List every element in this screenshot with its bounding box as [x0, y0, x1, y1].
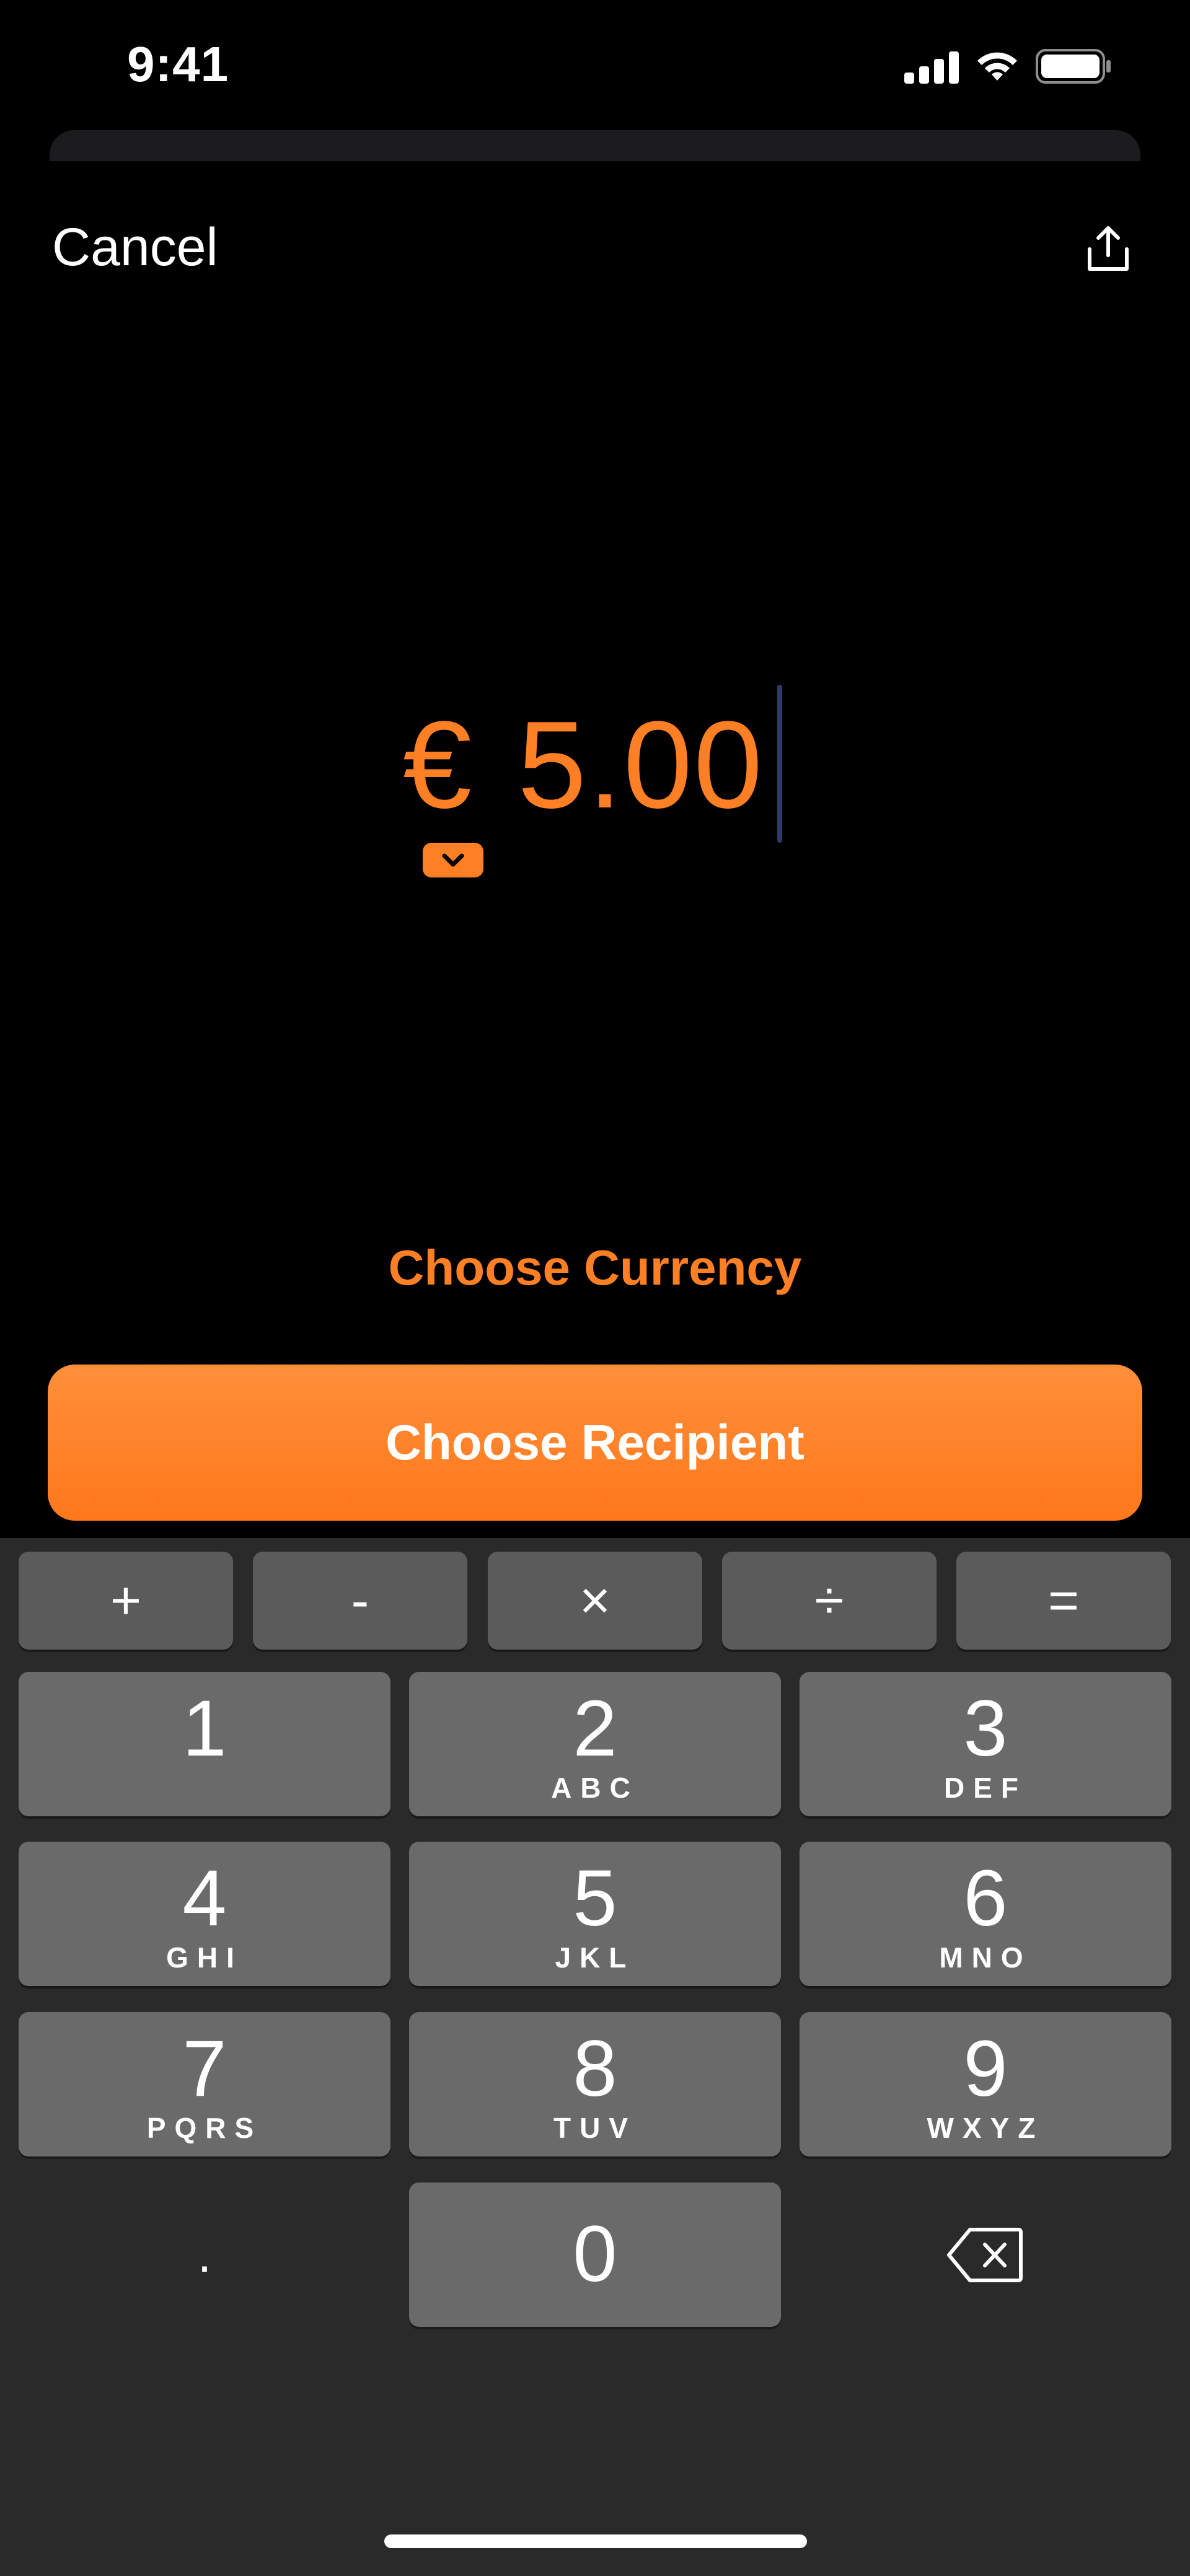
key-5[interactable]: 5 JKL [409, 1842, 781, 1986]
choose-currency-button[interactable]: Choose Currency [0, 1239, 1190, 1296]
key-digit: 2 [573, 1684, 617, 1773]
status-time: 9:41 [127, 37, 229, 92]
key-digit: 9 [963, 2024, 1008, 2113]
key-6[interactable]: 6 MNO [800, 1842, 1171, 1986]
key-digit: 6 [963, 1854, 1008, 1943]
wifi-icon [975, 50, 1020, 83]
text-cursor [777, 685, 782, 843]
decimal-key[interactable]: . [19, 2183, 390, 2327]
amount-display[interactable]: € 5.00 [0, 685, 1190, 846]
key-digit: 8 [573, 2024, 617, 2113]
battery-icon [1036, 49, 1113, 84]
key-letters: DEF [944, 1772, 1027, 1804]
share-icon[interactable] [1083, 224, 1133, 274]
keypad: + - × ÷ = 1 2 ABC 3 DEF 4 GHI 5 JKL 6 MN… [0, 1538, 1190, 2576]
home-indicator[interactable] [384, 2534, 807, 2548]
key-letters: GHI [166, 1941, 243, 1974]
multiply-key[interactable]: × [488, 1552, 702, 1650]
minus-key[interactable]: - [253, 1552, 467, 1650]
key-letters: MNO [939, 1941, 1032, 1974]
chevron-down-icon [442, 853, 464, 867]
status-icons [904, 45, 1113, 88]
key-letters: TUV [553, 2112, 637, 2144]
key-letters: ABC [551, 1772, 639, 1804]
equals-key[interactable]: = [956, 1552, 1171, 1650]
key-digit: 4 [182, 1854, 227, 1943]
key-3[interactable]: 3 DEF [800, 1672, 1171, 1816]
amount-value: 5.00 [518, 696, 764, 834]
key-digit: 3 [963, 1684, 1008, 1773]
key-4[interactable]: 4 GHI [19, 1842, 390, 1986]
currency-symbol: € [403, 696, 472, 834]
sheet-top-edge [50, 130, 1140, 161]
divide-key[interactable]: ÷ [722, 1552, 937, 1650]
choose-recipient-button[interactable]: Choose Recipient [48, 1365, 1142, 1521]
key-digit: 1 [182, 1684, 227, 1773]
cancel-button[interactable]: Cancel [52, 217, 218, 278]
key-letters: PQRS [146, 2112, 263, 2144]
key-letters: WXYZ [927, 2112, 1044, 2144]
key-1[interactable]: 1 [19, 1672, 390, 1816]
plus-key[interactable]: + [19, 1552, 233, 1650]
key-digit: 0 [573, 2210, 617, 2298]
delete-key[interactable] [800, 2183, 1171, 2327]
key-digit: 7 [182, 2024, 227, 2113]
key-9[interactable]: 9 WXYZ [800, 2012, 1171, 2156]
key-7[interactable]: 7 PQRS [19, 2012, 390, 2156]
key-letters: JKL [555, 1941, 635, 1974]
key-2[interactable]: 2 ABC [409, 1672, 781, 1816]
key-8[interactable]: 8 TUV [409, 2012, 781, 2156]
key-0[interactable]: 0 [409, 2183, 781, 2327]
status-bar: 9:41 [0, 0, 1190, 130]
delete-backspace-icon [947, 2227, 1023, 2282]
key-digit: 5 [573, 1854, 617, 1943]
currency-dropdown-button[interactable] [423, 843, 483, 877]
signal-icon [904, 49, 959, 84]
